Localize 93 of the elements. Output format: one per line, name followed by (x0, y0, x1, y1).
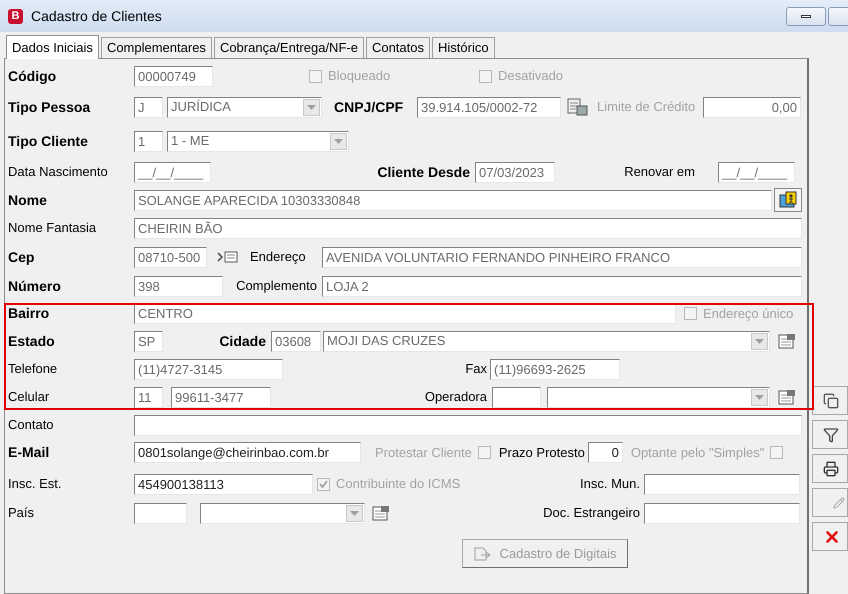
field-label: Bairro (8, 304, 50, 323)
checkbox-label: Optante pelo "Simples" (630, 444, 764, 462)
field-label: Tipo Cliente (8, 132, 89, 151)
card-icon[interactable] (778, 332, 796, 350)
checkbox-label: Bloqueado (328, 67, 390, 86)
field-label: Código (8, 66, 58, 86)
delete-button[interactable] (812, 522, 848, 551)
field-label: Operadora (424, 388, 488, 406)
filter-icon (823, 426, 839, 442)
input-field[interactable]: __/__/____ (718, 162, 795, 182)
input-field[interactable]: 08710-500 (134, 246, 207, 268)
edit-button[interactable] (812, 488, 848, 517)
field-label: Celular (8, 388, 50, 406)
dropdown[interactable] (547, 386, 770, 408)
field-label: País (8, 504, 36, 522)
filter-button[interactable] (812, 420, 848, 449)
maximize-button[interactable] (828, 6, 848, 26)
input-field[interactable] (644, 474, 800, 494)
field-label: Prazo Protesto (498, 444, 585, 462)
field-label: Insc. Est. (8, 475, 62, 494)
input-field[interactable]: (11)96693-2625 (490, 358, 620, 380)
field-label: Telefone (8, 360, 58, 378)
card-icon[interactable] (372, 504, 390, 522)
input-field[interactable]: 0 (588, 442, 623, 463)
print-button[interactable] (812, 454, 848, 483)
dropdown[interactable]: 1 - ME (167, 130, 349, 152)
checkbox-label: Endereço único (703, 304, 794, 323)
window-title: Cadastro de Clientes (31, 6, 162, 26)
app-icon: B (8, 8, 23, 24)
checkbox-label: Protestar Cliente (375, 444, 472, 462)
input-field[interactable]: CENTRO (134, 303, 676, 324)
input-field[interactable]: __/__/____ (134, 162, 211, 182)
field-label: Limite de Crédito (597, 98, 696, 116)
copy-button[interactable] (812, 386, 848, 415)
input-field[interactable]: 03608 (271, 330, 321, 352)
document-lookup-icon[interactable] (567, 97, 589, 117)
input-field[interactable]: J (134, 96, 163, 118)
input-field[interactable]: 398 (134, 276, 223, 296)
input-field[interactable]: SP (134, 330, 163, 352)
input-field[interactable] (492, 386, 541, 408)
dropdown[interactable]: JURÍDICA (167, 96, 322, 118)
input-field[interactable]: CHEIRIN BÃO (134, 218, 802, 238)
field-label: Complemento (235, 277, 318, 296)
field-label: Endereço (250, 248, 307, 266)
field-label: Cep (8, 248, 36, 267)
field-label: E-Mail (8, 443, 50, 462)
input-field[interactable]: 0801solange@cheirinbao.com.br (134, 442, 361, 463)
field-label: Insc. Mun. (579, 475, 641, 494)
input-field[interactable] (134, 502, 187, 524)
dropdown[interactable]: MOJI DAS CRUZES (323, 330, 770, 352)
person-card-icon (779, 191, 797, 209)
input-field[interactable]: SOLANGE APARECIDA 10303330848 (134, 190, 772, 210)
tab[interactable]: Dados Iniciais (6, 35, 99, 59)
copy-icon (823, 392, 839, 408)
input-field[interactable]: AVENIDA VOLUNTARIO FERNANDO PINHEIRO FRANCO (322, 246, 802, 268)
input-field[interactable]: (11)4727-3145 (134, 358, 283, 380)
input-field[interactable]: 00000749 (134, 66, 213, 86)
field-label: Cidade (218, 332, 267, 350)
input-field[interactable]: 454900138113 (134, 474, 313, 494)
input-field[interactable]: 1 (134, 130, 163, 152)
printer-icon (823, 460, 839, 476)
field-label: Nome (8, 190, 48, 210)
field-label: Renovar em (623, 163, 696, 182)
person-card-button[interactable] (774, 188, 802, 212)
field-label: Nome Fantasia (8, 219, 98, 238)
input-field[interactable] (644, 502, 800, 524)
card-icon[interactable] (778, 388, 796, 406)
field-label: Estado (8, 332, 56, 350)
field-label: Doc. Estrangeiro (542, 504, 641, 522)
mail-lookup-icon[interactable] (217, 251, 238, 263)
dropdown[interactable] (200, 502, 365, 524)
checkbox-label: Desativado (498, 67, 564, 86)
field-label: Fax (464, 360, 488, 378)
tab[interactable]: Contatos (366, 37, 430, 58)
tab[interactable]: Histórico (432, 37, 495, 58)
tab[interactable]: Complementares (100, 37, 212, 58)
input-field[interactable]: 07/03/2023 (475, 162, 555, 182)
field-label: CNPJ/CPF (334, 98, 404, 116)
checkbox-label: Contribuinte do ICMS (336, 475, 460, 494)
input-field[interactable]: 99611-3477 (171, 386, 271, 408)
input-field[interactable] (134, 414, 802, 436)
field-label: Número (8, 276, 62, 296)
tab[interactable]: Cobrança/Entrega/NF-e (214, 37, 364, 58)
minimize-button[interactable] (786, 6, 826, 26)
export-icon (473, 546, 494, 562)
pencil-icon (833, 496, 845, 508)
field-label: Contato (8, 416, 55, 434)
input-field[interactable]: 39.914.105/0002-72 (417, 96, 561, 118)
input-field[interactable]: 11 (134, 386, 163, 408)
input-field[interactable]: LOJA 2 (322, 276, 802, 296)
field-label: Tipo Pessoa (8, 98, 92, 117)
field-label: Cliente Desde (376, 162, 471, 182)
field-label: Data Nascimento (8, 163, 109, 182)
